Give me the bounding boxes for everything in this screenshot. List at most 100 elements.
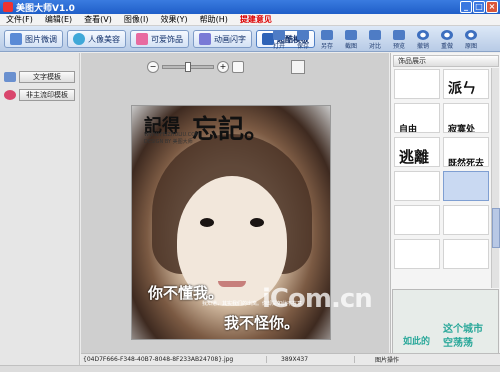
preview-text-1: 这个城市 [443,324,483,335]
zoom-out-button[interactable]: − [147,61,159,73]
screenshot-button[interactable]: 截图 [340,28,362,50]
template-thumb[interactable] [443,205,489,235]
tool-label: 撤销 [416,43,429,50]
text-template-button[interactable]: 文字模板 [19,71,75,83]
redo-button[interactable]: 重做 [436,28,458,50]
effect-preview: 这个城市 如此的 空荡荡 [392,289,499,363]
original-button[interactable]: 原图 [460,28,482,50]
thumb-text: 既然死去 [448,159,485,167]
zoom-bar: − + [147,61,244,73]
fit-window-button[interactable] [291,60,305,74]
menu-view[interactable]: 查看(V) [84,14,112,25]
thumb-text: 派ㄣ [448,81,476,97]
tab-photo-adjust[interactable]: 图片微调 [4,30,63,48]
template-thumb-selected[interactable] [443,171,489,201]
left-item-alt-template[interactable]: 非主流印模板 [4,89,75,101]
template-thumb[interactable] [394,239,440,269]
template-thumb[interactable]: 自由 [394,103,440,133]
panel-scrollbar[interactable] [491,68,500,288]
undo-icon [417,30,429,40]
open-button[interactable]: 打开 [268,28,290,50]
status-dimensions: 389X437 [267,356,355,363]
tool-label: 原图 [464,43,477,50]
tool-label: 重做 [440,43,453,50]
preview-button[interactable]: 预览 [388,28,410,50]
photo-adjust-icon [10,33,22,45]
undo-button[interactable]: 撤销 [412,28,434,50]
photo-eye-left [200,218,214,227]
left-panel: 文字模板 非主流印模板 [0,53,80,365]
tab-face-beauty[interactable]: 人像美容 [67,30,126,48]
template-thumb[interactable]: 寂寞处 [443,103,489,133]
tool-label: 预览 [392,43,405,50]
save-as-button[interactable]: 另存 [316,28,338,50]
minimize-button[interactable]: _ [460,1,472,13]
right-panel: 饰品展示 派ㄣ 自由 寂寞处 逃離 既然死去 这个城市 如此的 空荡荡 [390,53,500,365]
text-template-icon [4,72,16,82]
menu-help[interactable]: 帮助(H) [200,14,228,25]
status-bar: {04D7F666-F348-40B7-8048-8F233AB24708}.j… [81,353,500,365]
zoom-in-button[interactable]: + [217,61,229,73]
menu-effect[interactable]: 效果(Y) [160,14,187,25]
tab-accessory[interactable]: 可爱饰品 [130,30,189,48]
preview-text-2: 如此的 [403,337,431,347]
original-image-icon [465,30,477,40]
photo-title-big: 忘記。 [192,115,271,145]
panel-title: 饰品展示 [393,55,499,67]
menu-bar: 文件(F) 编辑(E) 查看(V) 图像(I) 效果(Y) 帮助(H) 提建意见 [0,14,500,26]
compare-icon [369,30,381,40]
template-thumb[interactable]: 既然死去 [443,137,489,167]
template-thumb[interactable]: 逃離 [394,137,440,167]
save-button[interactable]: 保存 [292,28,314,50]
photo-caption-2: DESIGN BY 美图大师 [144,139,193,145]
status-filename: {04D7F666-F348-40B7-8048-8F233AB24708}.j… [81,356,267,363]
tool-label: 另存 [320,43,333,50]
template-thumb[interactable] [394,171,440,201]
menu-feedback[interactable]: 提建意见 [240,14,272,25]
lips-icon [4,90,16,100]
tab-label: 可爱饰品 [151,34,183,44]
thumb-text: 逃離 [399,148,430,166]
tool-label: 打开 [272,43,285,50]
redo-icon [441,30,453,40]
status-operation: 图片操作 [375,357,400,364]
menu-image[interactable]: 图像(I) [124,14,149,25]
template-thumb[interactable] [443,239,489,269]
thumb-text: 寂寞处 [448,125,476,133]
window-title: 美图大师V1.0 [16,3,75,14]
accessory-icon [136,33,148,45]
actual-size-button[interactable] [232,61,244,73]
scrollbar-thumb[interactable] [492,208,500,248]
compare-button[interactable]: 对比 [364,28,386,50]
maximize-button[interactable]: □ [473,1,485,13]
save-as-icon [321,30,333,40]
preview-icon [393,30,405,40]
tab-label: 动画闪字 [214,34,246,44]
menu-edit[interactable]: 编辑(E) [45,14,72,25]
title-bar: 美图大师V1.0 _ □ × [0,0,500,14]
left-item-text-template[interactable]: 文字模板 [4,71,75,83]
zoom-slider-handle[interactable] [185,62,191,72]
tab-animation[interactable]: 动画闪字 [193,30,252,48]
template-thumb[interactable] [394,69,440,99]
alt-template-button[interactable]: 非主流印模板 [19,89,75,101]
tab-label: 图片微调 [25,34,57,44]
template-thumb[interactable] [394,205,440,235]
menu-file[interactable]: 文件(F) [6,14,33,25]
folder-icon [273,30,285,40]
tool-label: 保存 [296,43,309,50]
thumb-text: 自由 [399,125,418,133]
animation-icon [199,33,211,45]
tab-label: 人像美容 [88,34,120,44]
tool-label: 对比 [368,43,381,50]
toolbar: 图片微调 人像美容 可爱饰品 动画闪字 超酷模板 打开 保存 另存 截图 对比 … [0,26,500,52]
zoom-slider[interactable] [162,62,214,72]
photo-bottom-text-2: 我不怪你。 [224,314,300,332]
close-button[interactable]: × [486,1,498,13]
scissors-icon [345,30,357,40]
save-icon [297,30,309,40]
photo-eye-right [250,218,264,227]
template-thumb[interactable]: 派ㄣ [443,69,489,99]
app-logo-icon [3,2,13,12]
site-watermark: iCom.cn [262,284,373,314]
